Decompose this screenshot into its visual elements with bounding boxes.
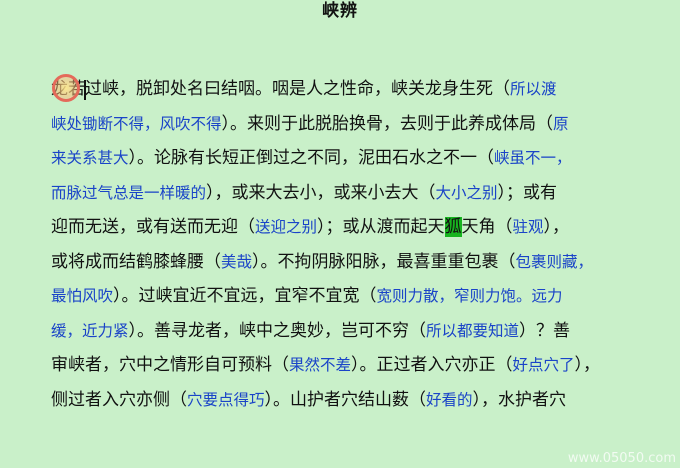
annotation-text: 所以渡 [510, 80, 557, 98]
body-text: ）；或从渡而起天 [317, 217, 445, 237]
body-text: ）。正过者入穴亦正（ [351, 355, 513, 375]
body-text: ）。过峡宜近不宜远，宜窄不宜宽（ [113, 286, 377, 306]
annotation-text: 而脉过气总是一样暖的 [51, 183, 207, 202]
body-text: ）。论脉有长短正倒过之不同，泥田石水之不一（ [128, 148, 495, 168]
annotation-text: 缓，近力紧 [51, 321, 129, 340]
text-line: 缓，近力紧）。善寻龙者，峡中之奥妙，岂可不穷（所以都要知道）？善 [51, 314, 651, 349]
annotation-text: 大小之别 [435, 183, 498, 202]
annotation-text: 果然不差 [289, 356, 352, 374]
body-text: 迎而无送，或有送而无迎（ [51, 217, 255, 237]
body-text: 侧过者入穴亦侧（ [51, 389, 187, 410]
text-line: 龙若过峡，脱卸处名曰结咽。咽是人之性命，峡关龙身生死（所以渡 [51, 72, 651, 107]
text-line: 审峡者，穴中之情形自可预料（果然不差）。正过者入穴亦正（好点穴了）， [51, 348, 651, 383]
annotation-text: 送迎之别 [255, 218, 318, 236]
annotation-text: 穴要点得巧 [187, 390, 265, 409]
body-text: ）。善寻龙者，峡中之奥妙，岂可不穷（ [128, 320, 427, 341]
text-line: 峡处锄断不得，风吹不得）。来则于此脱胎换骨，去则于此养成体局（原 [51, 107, 651, 142]
cursor-highlight-icon [52, 74, 80, 102]
annotation-text: 来关系甚大 [51, 149, 129, 167]
annotation-text: 好点穴了 [512, 356, 575, 374]
body-text: ），水护者穴 [472, 389, 567, 410]
body-text: ）。山护者穴结山薮（ [264, 389, 427, 410]
body-text: ）；或有 [497, 182, 558, 203]
text-line: 来关系甚大）。论脉有长短正倒过之不同，泥田石水之不一（峡虽不一， [51, 141, 651, 176]
document-body[interactable]: 龙若过峡，脱卸处名曰结咽。咽是人之性命，峡关龙身生死（所以渡 峡处锄断不得，风吹… [51, 72, 651, 417]
body-text: ）。来则于此脱胎换骨，去则于此养成体局（ [221, 113, 554, 134]
watermark: www.05050.com [567, 451, 676, 466]
text-caret [84, 80, 86, 100]
text-line: 迎而无送，或有送而无迎（送迎之别）；或从渡而起天狐天角（驻观）， [51, 210, 651, 245]
annotation-text: 原 [553, 114, 569, 133]
body-text: 龙若过峡，脱卸处名曰结咽。咽是人之性命，峡关龙身生死（ [51, 79, 510, 99]
body-text: ）， [543, 217, 570, 237]
annotation-text: 好看的 [426, 390, 473, 409]
body-text: 或将成而结鹤膝蜂腰（ [51, 251, 221, 272]
body-text: ）？善 [519, 320, 571, 341]
annotation-text: 最怕风吹 [51, 287, 114, 305]
body-text: ），或来大去小，或来小去大（ [206, 182, 436, 203]
text-line: 而脉过气总是一样暖的），或来大去小，或来小去大（大小之别）；或有 [51, 176, 651, 211]
annotation-text: 驻观 [512, 218, 544, 236]
text-line: 侧过者入穴亦侧（穴要点得巧）。山护者穴结山薮（好看的），水护者穴 [51, 383, 651, 418]
page-title: 峡辨 [322, 1, 358, 21]
text-line: 最怕风吹）。过峡宜近不宜远，宜窄不宜宽（宽则力散，窄则力饱。远力 [51, 279, 651, 314]
annotation-text: 包裹则藏， [515, 252, 594, 271]
annotation-text: 所以都要知道 [426, 321, 520, 340]
body-text: 审峡者，穴中之情形自可预料（ [51, 355, 289, 375]
body-text: ）。不拘阴脉阳脉，最喜重重包裹（ [252, 251, 516, 272]
selected-character[interactable]: 狐 [444, 217, 462, 237]
annotation-text: 峡处锄断不得，风吹不得 [51, 114, 222, 133]
annotation-text: 美哉 [221, 252, 253, 271]
text-line: 或将成而结鹤膝蜂腰（美哉）。不拘阴脉阳脉，最喜重重包裹（包裹则藏， [51, 245, 651, 280]
body-text: ）， [574, 355, 601, 375]
body-text: 天角（ [461, 217, 513, 237]
annotation-text: 峡虽不一， [494, 149, 572, 167]
annotation-text: 宽则力散，窄则力饱。远力 [376, 287, 563, 305]
